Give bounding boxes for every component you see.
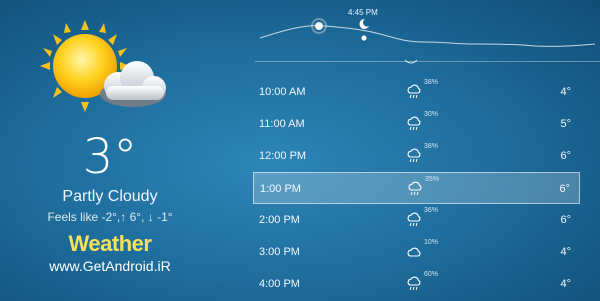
hour-temperature: 4° bbox=[560, 278, 571, 290]
list-item[interactable]: 10:00 AM 38% 4° bbox=[253, 76, 580, 108]
precip-chance: 60% bbox=[424, 271, 439, 278]
hour-time: 3:00 PM bbox=[259, 246, 300, 258]
moon-icon bbox=[359, 18, 369, 29]
list-item[interactable]: 12:00 PM 38% 6° bbox=[253, 140, 580, 172]
hourly-forecast-list: 10:00 AM 38% 4° 11:00 AM 30% 5° 12:00 PM… bbox=[253, 76, 580, 300]
sun-marker-icon bbox=[315, 22, 323, 30]
hour-temperature: 5° bbox=[560, 118, 571, 130]
hour-time: 4:00 PM bbox=[259, 278, 300, 290]
hour-temperature: 6° bbox=[560, 214, 571, 226]
condition-text: Partly Cloudy bbox=[62, 188, 158, 205]
precip-chance: 36% bbox=[424, 207, 439, 214]
list-item[interactable]: 3:00 PM 10% 4° bbox=[253, 236, 580, 268]
precip-chance: 38% bbox=[424, 143, 439, 150]
pull-down-handle-icon[interactable] bbox=[404, 59, 418, 65]
rain-cloud-icon bbox=[407, 276, 421, 291]
list-item[interactable]: 2:00 PM 36% 6° bbox=[253, 204, 580, 236]
current-time-marker bbox=[361, 35, 367, 41]
app-title: Weather bbox=[68, 231, 152, 256]
sun-path-graph bbox=[259, 18, 596, 47]
list-item-selected[interactable]: 1:00 PM 35% 6° bbox=[253, 172, 580, 204]
rain-cloud-icon bbox=[407, 148, 421, 163]
header-divider bbox=[255, 61, 600, 62]
hour-temperature: 6° bbox=[560, 150, 571, 162]
list-item[interactable]: 11:00 AM 30% 5° bbox=[253, 108, 580, 140]
website-label: www.GetAndroid.iR bbox=[49, 258, 171, 274]
precip-chance: 10% bbox=[424, 239, 439, 246]
cloud-icon bbox=[407, 247, 421, 257]
hour-time: 10:00 AM bbox=[259, 86, 306, 98]
hour-time: 12:00 PM bbox=[259, 150, 307, 162]
precip-chance: 38% bbox=[424, 79, 439, 86]
rain-cloud-icon bbox=[407, 84, 421, 99]
current-conditions-panel: 3° Partly Cloudy Feels like -2°,↑ 6°, ↓ … bbox=[0, 0, 250, 301]
rain-cloud-icon bbox=[407, 212, 421, 227]
hour-time: 2:00 PM bbox=[259, 214, 300, 226]
precip-chance: 30% bbox=[424, 111, 439, 118]
rain-cloud-icon bbox=[408, 181, 422, 196]
hour-temperature: 4° bbox=[560, 246, 571, 258]
list-item[interactable]: 4:00 PM 60% 4° bbox=[253, 268, 580, 300]
partly-cloudy-icon bbox=[40, 20, 166, 112]
hour-time: 1:00 PM bbox=[260, 183, 301, 195]
graph-time-label: 4:45 PM bbox=[348, 8, 378, 17]
hour-time: 11:00 AM bbox=[259, 118, 305, 130]
rain-cloud-icon bbox=[407, 116, 421, 131]
feels-like-text: Feels like -2°,↑ 6°, ↓ -1° bbox=[47, 210, 173, 224]
precip-chance: 35% bbox=[425, 176, 440, 183]
hour-temperature: 6° bbox=[559, 183, 570, 195]
hour-temperature: 4° bbox=[560, 86, 571, 98]
current-temperature: 3° bbox=[82, 129, 138, 185]
